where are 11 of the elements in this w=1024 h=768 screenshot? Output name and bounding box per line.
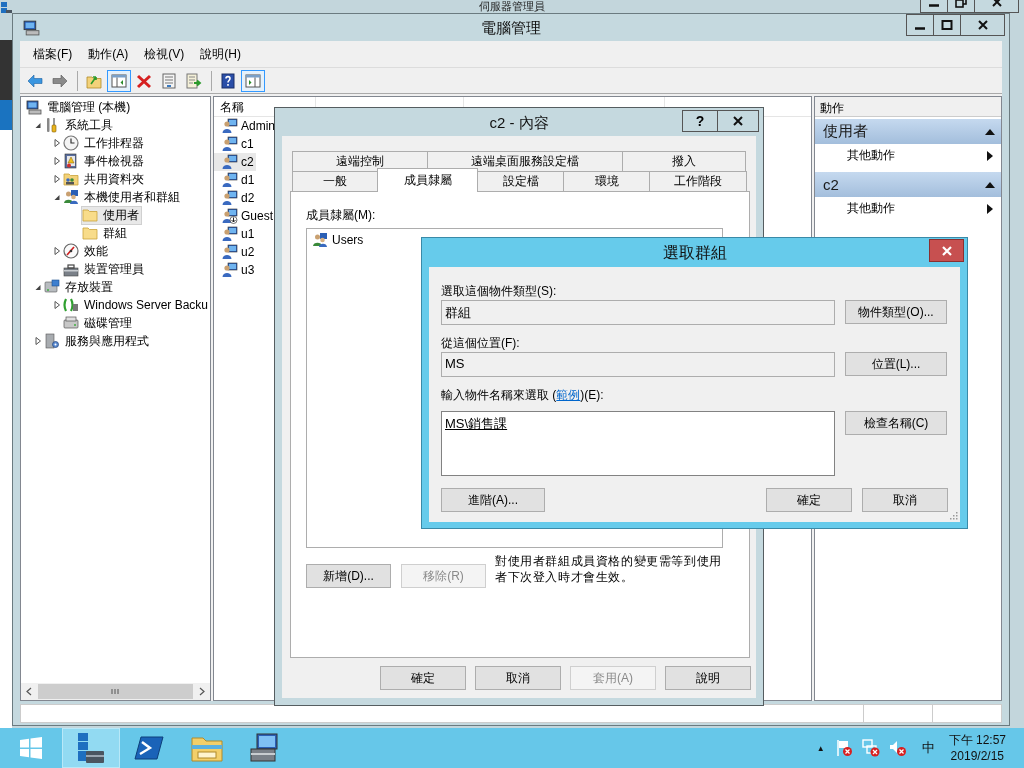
field-label: 輸入物件名稱來選取 (: [441, 388, 557, 402]
field-label: 從這個位置(F):: [441, 335, 521, 351]
dialog-title: c2 - 內容: [489, 113, 549, 133]
field-label: )(E):: [580, 388, 604, 402]
field-label: 選取這個物件類型(S):: [441, 283, 558, 299]
field-label: 成員隸屬(M):: [306, 207, 377, 223]
window-title: 伺服器管理員: [479, 0, 545, 12]
window-title: 電腦管理: [481, 18, 541, 38]
note-text: 對使用者群組成員資格的變更需等到使用者下次登入時才會生效。: [495, 553, 723, 585]
panel-header: 動作: [815, 97, 1001, 117]
dialog-title: 選取群組: [662, 244, 727, 261]
